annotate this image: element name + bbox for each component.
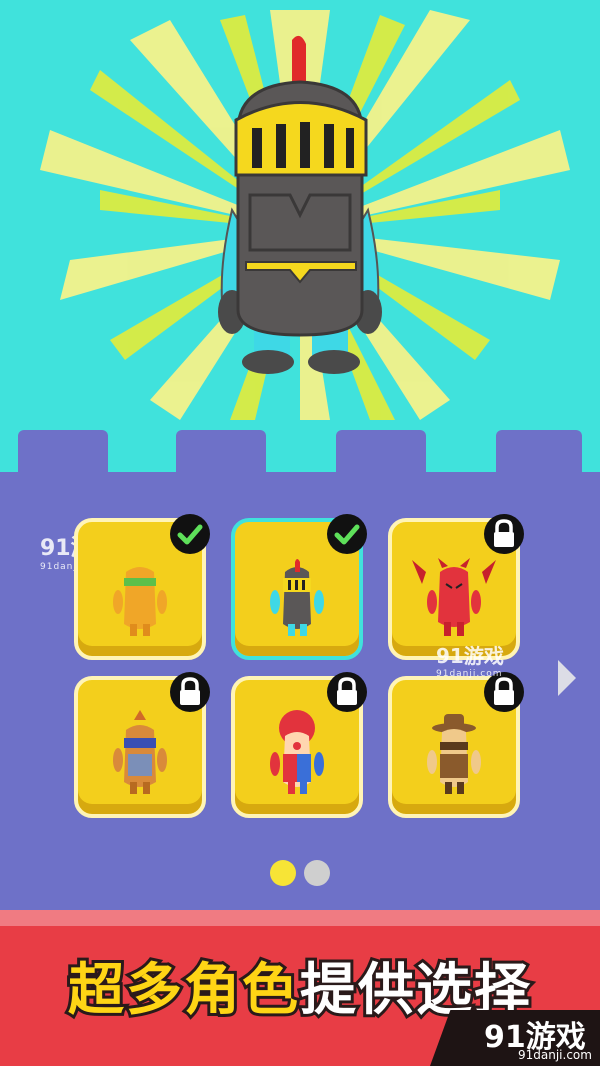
character-slot-4[interactable]: [74, 672, 210, 818]
locked-badge: [484, 514, 524, 554]
castle-merlon: [496, 430, 582, 478]
caption-part1: 超多角色: [65, 955, 301, 1026]
watermark-text: 91游戏: [436, 644, 504, 668]
castle-merlon: [336, 430, 426, 478]
character-slot-1[interactable]: [74, 514, 210, 660]
character-slot-6[interactable]: [388, 672, 524, 818]
locked-badge: [327, 672, 367, 712]
check-icon: [334, 524, 360, 545]
locked-badge: [170, 672, 210, 712]
lock-icon: [337, 677, 357, 705]
page-dot-2[interactable]: [304, 860, 330, 886]
castle-merlon: [176, 430, 266, 478]
lock-icon: [180, 677, 200, 705]
lock-icon: [494, 519, 514, 547]
character-slot-3[interactable]: [388, 514, 524, 660]
corner-watermark: 91游戏 91danji.com: [430, 1010, 600, 1066]
watermark: 91游戏 91danji.com: [436, 640, 504, 679]
owned-badge: [327, 514, 367, 554]
page-dot-1[interactable]: [270, 860, 296, 886]
hero-area: [40, 10, 570, 420]
check-icon: [177, 524, 203, 545]
chevron-right-icon[interactable]: [554, 656, 580, 700]
character-slot-5[interactable]: [231, 672, 367, 818]
castle-merlon: [18, 430, 108, 478]
owned-badge: [170, 514, 210, 554]
banner-highlight: [0, 910, 600, 926]
watermark-sub: 91danji.com: [518, 1048, 592, 1062]
character-slot-2[interactable]: [231, 514, 367, 660]
watermark-sub: 91danji.com: [436, 669, 503, 679]
